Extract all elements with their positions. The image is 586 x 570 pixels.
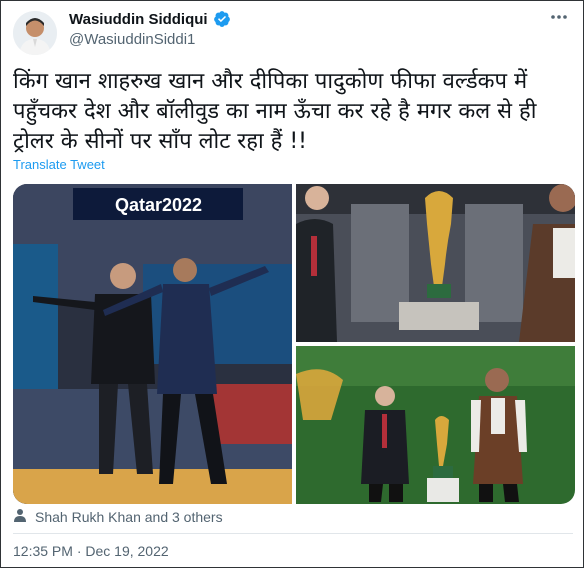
- avatar[interactable]: [13, 11, 57, 55]
- author-name-row: Wasiuddin Siddiqui: [69, 10, 231, 28]
- media-photo-2[interactable]: [296, 184, 575, 342]
- verified-badge-icon: [213, 10, 231, 28]
- author-handle[interactable]: @WasiuddinSiddi1: [69, 31, 195, 48]
- media-banner-text: Qatar2022: [115, 195, 202, 215]
- media-photo-1[interactable]: Qatar2022: [13, 184, 292, 504]
- divider: [13, 533, 573, 534]
- media-photo-3[interactable]: [296, 346, 575, 504]
- author-name[interactable]: Wasiuddin Siddiqui: [69, 11, 208, 28]
- translate-tweet-link[interactable]: Translate Tweet: [13, 157, 105, 172]
- person-tag-icon: [13, 508, 27, 525]
- more-options-icon[interactable]: [549, 7, 569, 32]
- tweet-media-grid: Qatar2022: [13, 184, 575, 504]
- tweet-text: किंग खान शाहरुख खान और दीपिका पादुकोण फी…: [13, 69, 537, 154]
- tagged-users[interactable]: Shah Rukh Khan and 3 others: [13, 508, 223, 525]
- tweet-card: Wasiuddin Siddiqui @WasiuddinSiddi1 किंग…: [0, 0, 584, 568]
- tweet-timestamp[interactable]: 12:35 PM · Dec 19, 2022: [13, 543, 169, 559]
- tagged-users-label: Shah Rukh Khan and 3 others: [35, 508, 223, 525]
